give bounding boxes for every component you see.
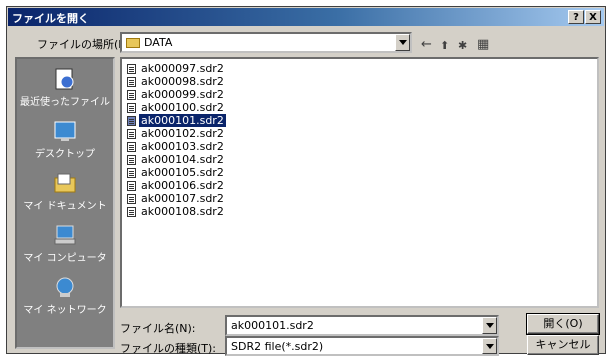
file-item[interactable]: ak000105.sdr2 bbox=[127, 166, 226, 179]
file-name: ak000106.sdr2 bbox=[141, 179, 224, 192]
network-icon bbox=[56, 277, 74, 297]
file-name: ak000102.sdr2 bbox=[141, 127, 224, 140]
file-name: ak000105.sdr2 bbox=[141, 166, 224, 179]
file-icon bbox=[127, 168, 136, 178]
file-name: ak000098.sdr2 bbox=[141, 75, 224, 88]
file-icon bbox=[127, 181, 136, 191]
file-item[interactable]: ak000099.sdr2 bbox=[127, 88, 226, 101]
filename-dropdown-button[interactable] bbox=[482, 317, 497, 334]
close-button[interactable]: X bbox=[585, 10, 601, 24]
places-bar: 最近使ったファイル デスクトップ マイ ドキュメント マイ コンピュータ マイ … bbox=[15, 57, 115, 349]
mydocuments-icon bbox=[54, 173, 76, 193]
file-item[interactable]: ak000102.sdr2 bbox=[127, 127, 226, 140]
filetype-dropdown-button[interactable] bbox=[482, 338, 497, 354]
place-mydocuments[interactable]: マイ ドキュメント bbox=[17, 171, 113, 212]
filename-value: ak000101.sdr2 bbox=[231, 319, 314, 332]
open-file-dialog: ファイルを開く ? X ファイルの場所(I): DATA ← ⬆ ✱ ▦ 最近使… bbox=[6, 6, 606, 356]
file-item-selected[interactable]: ak000101.sdr2 bbox=[127, 113, 227, 128]
file-icon bbox=[127, 207, 136, 217]
file-item[interactable]: ak000108.sdr2 bbox=[127, 205, 226, 218]
place-label: マイ ドキュメント bbox=[23, 201, 107, 212]
file-icon bbox=[127, 64, 136, 74]
folder-icon bbox=[126, 38, 140, 48]
desktop-icon bbox=[54, 121, 76, 141]
file-icon bbox=[127, 155, 136, 165]
lookin-combo[interactable]: DATA bbox=[120, 32, 412, 53]
file-list[interactable]: ak000097.sdr2 ak000098.sdr2 ak000099.sdr… bbox=[120, 57, 599, 308]
file-icon bbox=[127, 77, 136, 87]
place-network[interactable]: マイ ネットワーク bbox=[17, 275, 113, 316]
new-folder-icon[interactable]: ✱ bbox=[458, 39, 467, 52]
file-name: ak000099.sdr2 bbox=[141, 88, 224, 101]
file-item[interactable]: ak000097.sdr2 bbox=[127, 62, 226, 75]
file-icon bbox=[127, 116, 136, 126]
file-name: ak000097.sdr2 bbox=[141, 62, 224, 75]
file-name: ak000100.sdr2 bbox=[141, 101, 224, 114]
place-label: マイ ネットワーク bbox=[23, 305, 107, 316]
file-item[interactable]: ak000103.sdr2 bbox=[127, 140, 226, 153]
file-icon bbox=[127, 142, 136, 152]
file-icon bbox=[127, 129, 136, 139]
file-icon bbox=[127, 103, 136, 113]
place-mycomputer[interactable]: マイ コンピュータ bbox=[17, 223, 113, 264]
help-button[interactable]: ? bbox=[568, 10, 584, 24]
file-icon bbox=[127, 194, 136, 204]
file-name: ak000101.sdr2 bbox=[138, 113, 227, 128]
place-desktop[interactable]: デスクトップ bbox=[17, 119, 113, 160]
lookin-dropdown-button[interactable] bbox=[395, 34, 410, 51]
lookin-value: DATA bbox=[144, 36, 173, 49]
mycomputer-icon bbox=[54, 225, 76, 245]
file-name: ak000103.sdr2 bbox=[141, 140, 224, 153]
filetype-label: ファイルの種類(T): bbox=[120, 342, 217, 355]
title-bar[interactable]: ファイルを開く ? X bbox=[8, 8, 604, 26]
open-button[interactable]: 開く(O) bbox=[526, 313, 600, 335]
file-name: ak000104.sdr2 bbox=[141, 153, 224, 166]
file-item[interactable]: ak000107.sdr2 bbox=[127, 192, 226, 205]
file-item[interactable]: ak000104.sdr2 bbox=[127, 153, 226, 166]
place-label: 最近使ったファイル bbox=[20, 97, 110, 108]
file-item[interactable]: ak000100.sdr2 bbox=[127, 101, 226, 114]
views-menu-icon[interactable]: ▦ bbox=[477, 37, 489, 52]
place-label: マイ コンピュータ bbox=[23, 253, 107, 264]
filetype-combo[interactable]: SDR2 file(*.sdr2) bbox=[225, 336, 499, 356]
lookin-label: ファイルの場所(I): bbox=[37, 38, 130, 51]
place-recent[interactable]: 最近使ったファイル bbox=[17, 67, 113, 108]
up-folder-icon[interactable]: ⬆ bbox=[440, 39, 449, 52]
file-name: ak000107.sdr2 bbox=[141, 192, 224, 205]
file-item[interactable]: ak000106.sdr2 bbox=[127, 179, 226, 192]
file-item[interactable]: ak000098.sdr2 bbox=[127, 75, 226, 88]
filetype-value: SDR2 file(*.sdr2) bbox=[231, 340, 324, 353]
cancel-button[interactable]: キャンセル bbox=[527, 335, 599, 355]
file-icon bbox=[127, 90, 136, 100]
file-name: ak000108.sdr2 bbox=[141, 205, 224, 218]
filename-label: ファイル名(N): bbox=[120, 322, 196, 335]
window-title: ファイルを開く bbox=[12, 12, 89, 25]
back-icon[interactable]: ← bbox=[421, 37, 432, 52]
filename-combo[interactable]: ak000101.sdr2 bbox=[225, 315, 499, 336]
recent-icon bbox=[55, 68, 74, 90]
place-label: デスクトップ bbox=[35, 149, 95, 160]
